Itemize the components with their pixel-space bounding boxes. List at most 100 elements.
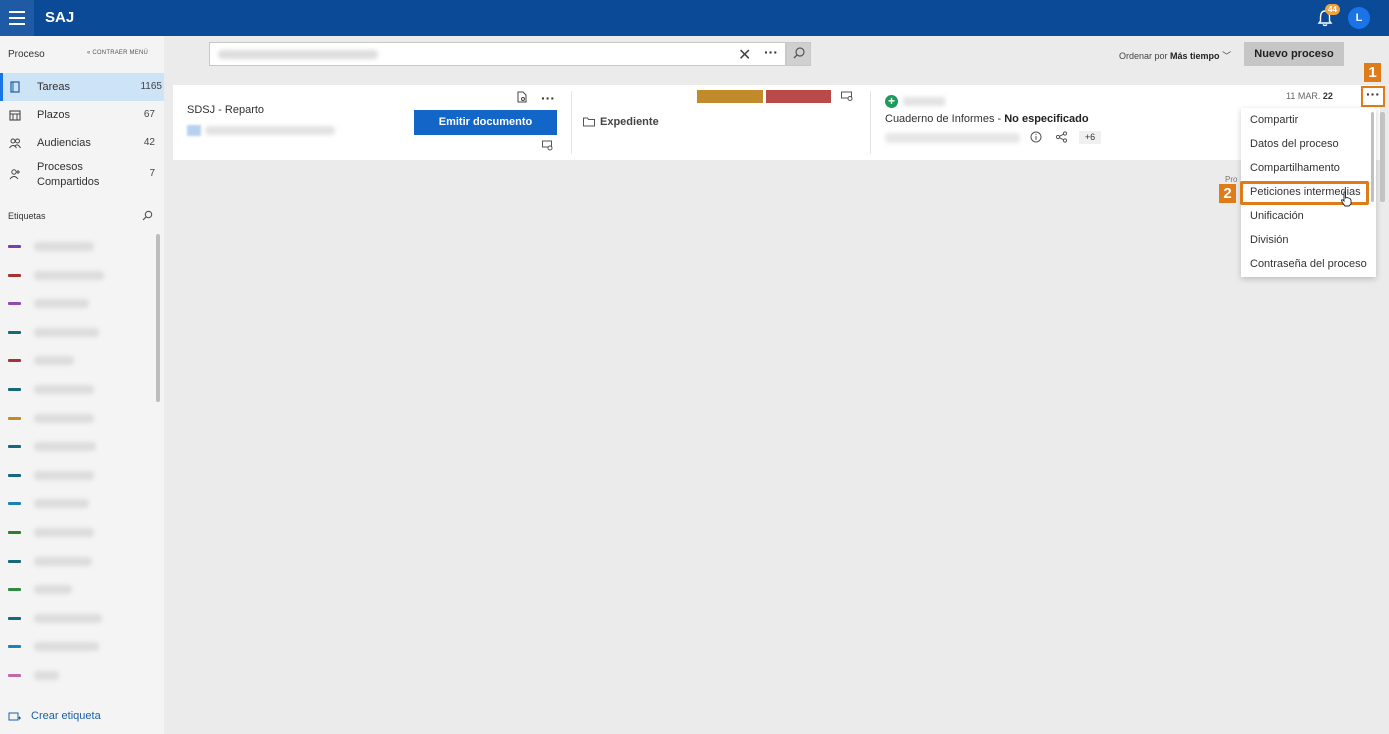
tag-name-redacted <box>34 242 94 251</box>
emit-document-button[interactable]: Emitir documento <box>414 110 557 135</box>
tag-item[interactable] <box>8 669 153 683</box>
date-day: 11 MAR. <box>1286 91 1321 101</box>
process-title: SDSJ - Reparto <box>187 104 265 116</box>
tag-name-redacted <box>34 499 89 509</box>
menu-item-datos-del-proceso[interactable]: Datos del proceso <box>1250 138 1339 150</box>
search-icon <box>793 47 805 59</box>
sidebar-heading: Proceso <box>8 49 45 60</box>
tag-item[interactable] <box>8 526 153 540</box>
menu-item-division[interactable]: División <box>1250 234 1289 246</box>
search-options-button[interactable]: ··· <box>757 42 786 66</box>
search-input[interactable]: ✕ <box>209 42 786 66</box>
sidebar-item-label: Plazos <box>37 109 71 121</box>
create-tag-label: Crear etiqueta <box>31 710 101 722</box>
hamburger-menu-icon[interactable] <box>0 0 34 36</box>
date-year: 22 <box>1322 91 1333 101</box>
tag-item[interactable] <box>8 240 153 254</box>
sidebar-item-plazos[interactable]: Plazos 67 <box>0 101 164 129</box>
sidebar-item-label: Procesos Compartidos <box>37 161 100 188</box>
sidebar-item-tareas[interactable]: Tareas 1165 <box>0 73 164 101</box>
share-icon[interactable] <box>1055 131 1068 143</box>
labels-heading: Etiquetas <box>8 211 46 221</box>
cuaderno-label: Cuaderno de Informes - <box>885 113 1002 125</box>
hand-cursor-icon <box>1340 191 1352 207</box>
add-tag-icon <box>8 712 21 720</box>
sidebar-item-audiencias[interactable]: Audiencias 42 <box>0 129 164 157</box>
tag-item[interactable] <box>8 469 153 483</box>
tag-item[interactable] <box>8 440 153 454</box>
menu-item-unificacion[interactable]: Unificación <box>1250 210 1304 222</box>
tag-item[interactable] <box>8 412 153 426</box>
avatar[interactable]: L <box>1348 7 1370 29</box>
divider <box>870 91 871 154</box>
tag-color-swatch <box>8 273 21 277</box>
tag-item[interactable] <box>8 497 153 511</box>
extra-count-badge[interactable]: +6 <box>1079 131 1101 144</box>
sidebar-item-label: Tareas <box>37 81 71 93</box>
calendar-icon <box>9 110 21 121</box>
tag-name-redacted <box>34 556 92 566</box>
tag-color-swatch <box>8 359 21 363</box>
sort-dropdown[interactable]: Ordenar por Más tiempo ﹀ <box>1119 49 1231 62</box>
expediente-link[interactable]: Expediente <box>583 116 659 128</box>
tag-item[interactable] <box>8 326 153 340</box>
sidebar-item-procesos-compartidos[interactable]: Procesos Compartidos 7 <box>0 157 164 191</box>
tag-color-swatch <box>8 416 21 420</box>
menu-item-compartir[interactable]: Compartir <box>1250 114 1298 126</box>
process-card[interactable]: SDSJ - Reparto ··· Emitir documento Expe… <box>173 85 1380 160</box>
notification-badge: 44 <box>1325 4 1340 15</box>
tag-color-swatch <box>8 674 21 677</box>
process-more-options-button[interactable]: ··· <box>1361 86 1385 107</box>
collapse-menu-button[interactable]: « CONTRAER MENÚ <box>87 50 148 56</box>
create-tag-link[interactable]: Crear etiqueta <box>8 710 101 722</box>
tag-item[interactable] <box>8 555 153 569</box>
tag-color-swatch <box>8 645 21 649</box>
tag-item[interactable] <box>8 640 153 654</box>
tag-color-swatch <box>8 616 21 620</box>
tag-color-swatch <box>8 502 21 506</box>
document-icon[interactable] <box>516 91 528 103</box>
tag-color-swatch <box>8 588 21 592</box>
sort-prefix: Ordenar por <box>1119 51 1168 61</box>
tag-item[interactable] <box>8 612 153 626</box>
tag-name-redacted <box>34 585 72 595</box>
step-marker-1: 1 <box>1364 63 1381 82</box>
tag-item[interactable] <box>8 583 153 597</box>
tag-item[interactable] <box>8 297 153 311</box>
search-button[interactable] <box>786 42 811 66</box>
tag-name-redacted <box>34 671 59 680</box>
info-icon[interactable] <box>1030 131 1042 143</box>
tag-item[interactable] <box>8 383 153 397</box>
menu-scrollbar[interactable] <box>1371 112 1374 202</box>
sidebar-item-count: 42 <box>143 137 155 148</box>
tag-name-redacted <box>34 442 96 452</box>
search-icon[interactable] <box>142 210 153 221</box>
screen-settings-icon[interactable] <box>542 140 553 151</box>
close-icon[interactable]: ✕ <box>738 45 751 65</box>
status-bar-orange <box>697 90 763 103</box>
tag-color-swatch <box>8 245 21 248</box>
main-scrollbar[interactable] <box>1380 112 1385 202</box>
sidebar-scrollbar[interactable] <box>156 234 160 402</box>
sidebar-item-count: 7 <box>149 168 155 179</box>
screen-settings-icon[interactable] <box>841 91 853 102</box>
sidebar: Proceso « CONTRAER MENÚ Tareas 1165 Plaz… <box>0 36 164 734</box>
add-icon[interactable]: + <box>885 95 898 108</box>
menu-item-contrasena-del-proceso[interactable]: Contraseña del proceso <box>1250 258 1367 270</box>
card-more-options-button[interactable]: ··· <box>541 90 555 106</box>
tag-color-swatch <box>8 559 21 563</box>
tag-name-redacted <box>34 299 89 309</box>
sidebar-item-count: 1165 <box>140 81 162 92</box>
tag-name-redacted <box>34 385 94 394</box>
sort-value: Más tiempo <box>1170 51 1220 61</box>
redacted-text <box>205 126 335 135</box>
status-bar-red <box>766 90 831 103</box>
tag-item[interactable] <box>8 354 153 368</box>
tag-color-swatch <box>8 473 21 477</box>
tag-item[interactable] <box>8 269 153 283</box>
menu-item-compartilhamento[interactable]: Compartilhamento <box>1250 162 1340 174</box>
tag-color-swatch <box>8 388 21 391</box>
sidebar-item-label: Audiencias <box>37 137 91 149</box>
new-process-button[interactable]: Nuevo proceso <box>1244 42 1344 66</box>
sidebar-item-count: 67 <box>143 109 155 120</box>
